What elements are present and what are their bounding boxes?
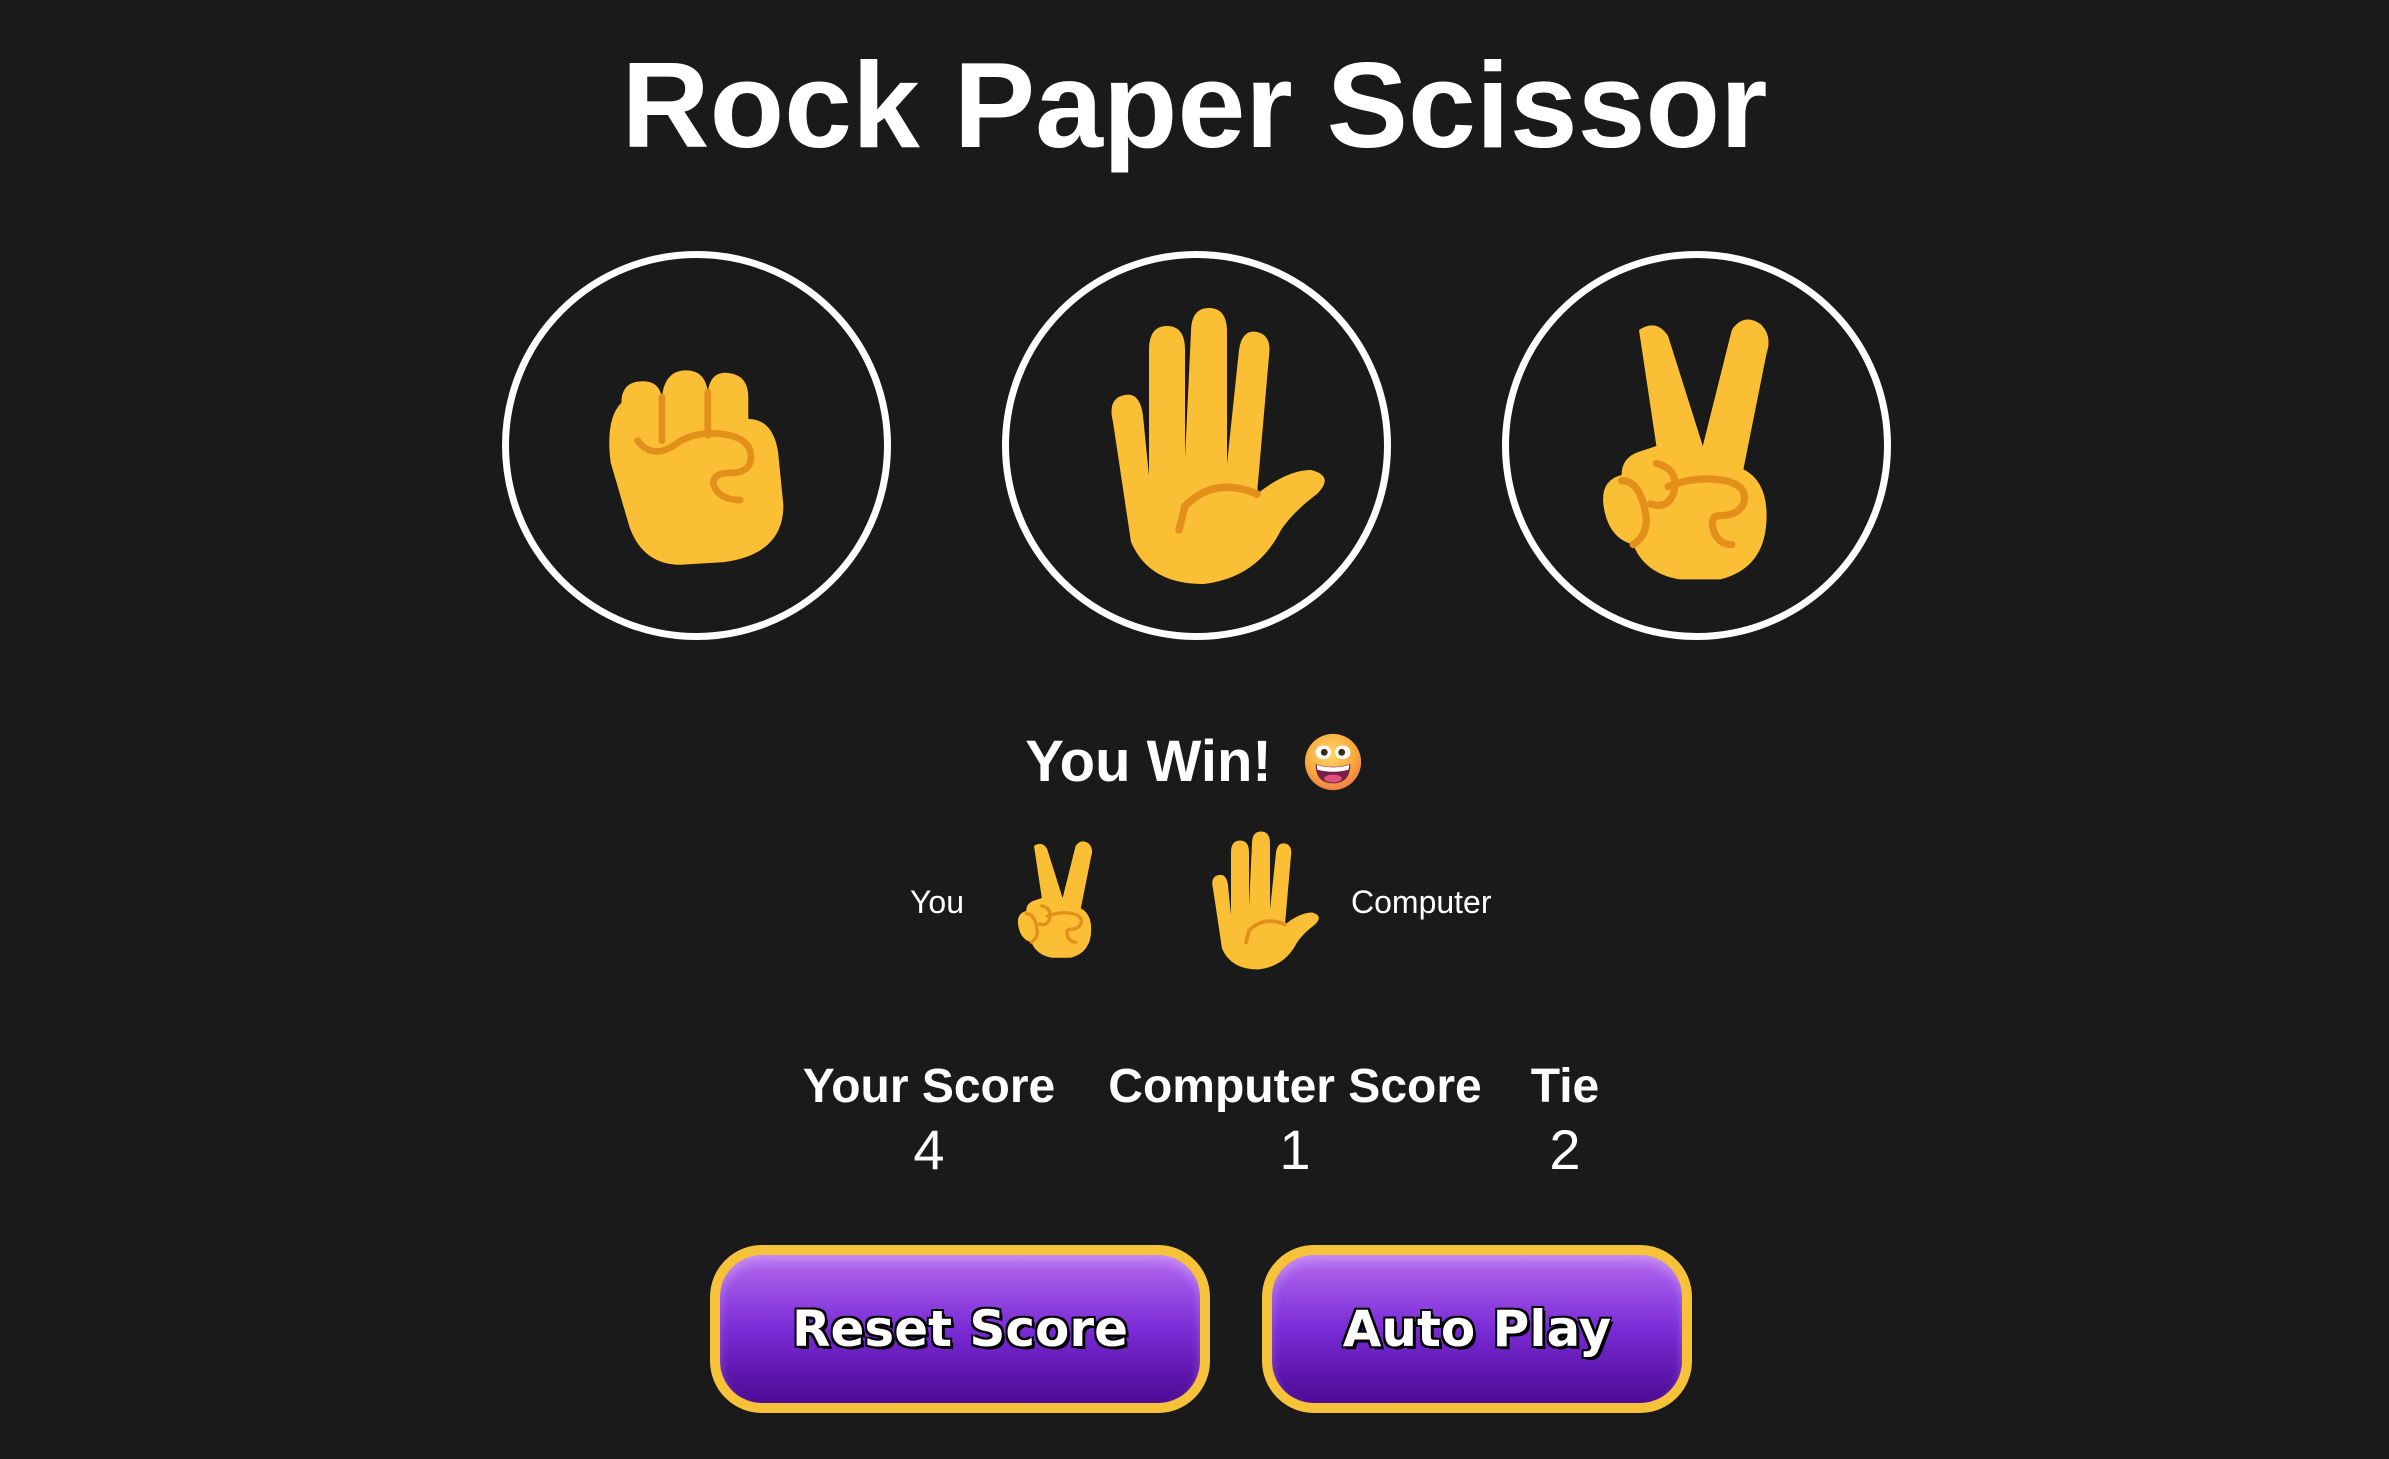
raised-hand-icon [1047, 296, 1347, 596]
auto-play-button[interactable]: Auto Play [1262, 1245, 1692, 1413]
scissors-move-button[interactable] [1502, 251, 1891, 640]
your-score-label: Your Score [802, 1060, 1056, 1113]
page-title: Rock Paper Scissor [621, 37, 1768, 173]
you-label: You [910, 884, 964, 920]
raised-fist-icon [562, 311, 832, 581]
tie-score: Tie 2 [1520, 1057, 1610, 1183]
rock-move-button[interactable] [502, 251, 891, 640]
computer-score-value: 1 [1279, 1118, 1311, 1181]
computer-label: Computer [1351, 884, 1492, 920]
computer-score: Computer Score 1 [1105, 1057, 1485, 1183]
last-round-moves: You Computer [0, 812, 2389, 982]
scoreboard: Your Score 4 Computer Score 1 Tie 2 [0, 1057, 2389, 1187]
your-score: Your Score 4 [800, 1057, 1058, 1183]
paper-move-button[interactable] [1002, 251, 1391, 640]
your-score-value: 4 [913, 1118, 945, 1181]
result-text: You Win! [1025, 729, 1272, 794]
victory-hand-icon [1552, 301, 1842, 591]
result-message: You Win! [0, 722, 2389, 802]
victory-hand-icon [995, 818, 1125, 978]
grinning-face-icon [1304, 733, 1361, 791]
reset-score-button[interactable]: Reset Score [710, 1245, 1210, 1413]
tie-value: 2 [1549, 1118, 1581, 1181]
raised-hand-icon [1180, 818, 1330, 983]
tie-label: Tie [1530, 1060, 1600, 1113]
computer-score-label: Computer Score [1108, 1060, 1482, 1113]
